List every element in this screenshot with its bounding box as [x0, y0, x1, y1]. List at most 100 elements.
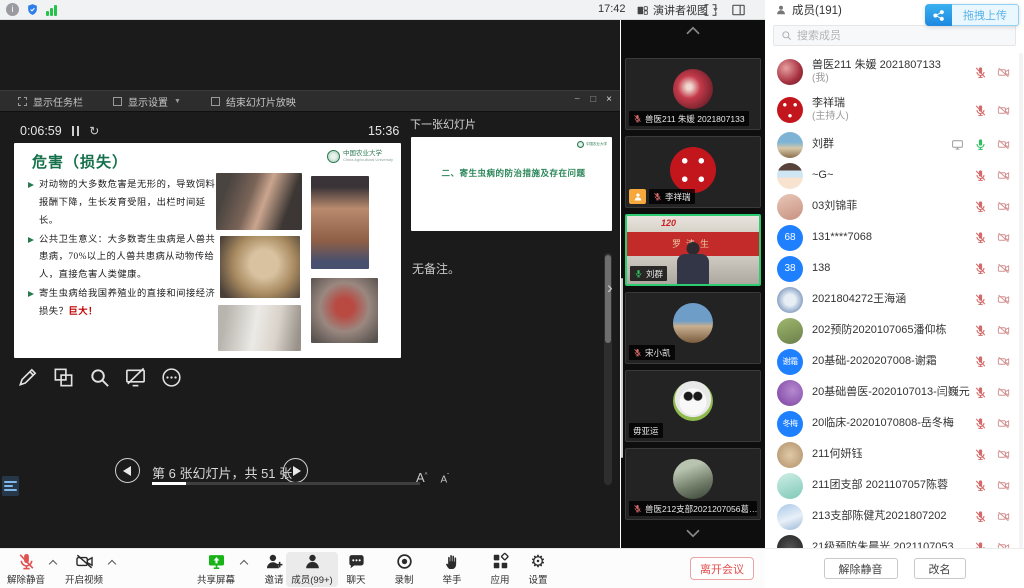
mic-muted-icon[interactable]	[974, 479, 987, 492]
member-row[interactable]: 211何妍钰	[765, 439, 1024, 470]
video-tile-active-speaker[interactable]: 120 罗清生 刘群	[625, 214, 761, 286]
scroll-down-chevron-icon[interactable]	[684, 528, 702, 540]
member-row[interactable]: 李祥瑞(主持人)	[765, 91, 1024, 129]
camera-off-icon[interactable]	[997, 262, 1010, 275]
camera-off-icon[interactable]	[997, 138, 1010, 151]
previous-slide-button[interactable]	[115, 458, 140, 483]
member-row[interactable]: 谢霜 20基础-2020207008-谢霜	[765, 346, 1024, 377]
video-options-chevron[interactable]	[108, 559, 116, 567]
member-row[interactable]: 冬梅 20临床-20201070808-岳冬梅	[765, 408, 1024, 439]
member-row[interactable]: 68 131****7068	[765, 222, 1024, 253]
increase-font-button[interactable]: A^	[416, 470, 428, 485]
fullscreen-icon[interactable]	[702, 2, 719, 18]
mic-options-chevron[interactable]	[49, 559, 57, 567]
video-tile[interactable]: 李祥瑞	[625, 136, 761, 208]
next-slide-button[interactable]	[283, 458, 308, 483]
mic-muted-icon[interactable]	[974, 66, 987, 79]
zoom-slide-icon[interactable]	[88, 366, 111, 389]
network-signal-icon[interactable]	[46, 4, 57, 16]
video-tile[interactable]: 兽医212支部2021207056葛…	[625, 448, 761, 520]
camera-off-icon[interactable]	[997, 448, 1010, 461]
expand-panel-chevron-icon[interactable]: ›	[607, 278, 613, 298]
restart-timer-icon[interactable]: ↻	[89, 124, 99, 138]
pause-timer-icon[interactable]	[72, 126, 80, 136]
member-search-box[interactable]	[773, 25, 1016, 46]
member-row[interactable]: 211团支部 2021107057陈蓉	[765, 470, 1024, 501]
mic-muted-icon[interactable]	[974, 355, 987, 368]
drag-upload-badge[interactable]: 拖拽上传	[925, 4, 1019, 26]
mic-muted-icon[interactable]	[974, 386, 987, 399]
camera-off-icon[interactable]	[997, 479, 1010, 492]
member-list-scrollbar[interactable]	[1019, 53, 1023, 548]
see-all-slides-icon[interactable]	[52, 366, 75, 389]
mic-muted-icon[interactable]	[974, 324, 987, 337]
camera-off-icon[interactable]	[997, 541, 1010, 548]
member-row[interactable]: 202预防2020107065潘仰栋	[765, 315, 1024, 346]
camera-off-icon[interactable]	[997, 66, 1010, 79]
mic-muted-icon[interactable]	[974, 262, 987, 275]
mic-muted-icon[interactable]	[974, 510, 987, 523]
scrollbar-thumb[interactable]	[605, 255, 611, 343]
taskbar-list-icon[interactable]	[2, 476, 19, 496]
mic-muted-icon[interactable]	[974, 448, 987, 461]
mic-muted-icon[interactable]	[974, 231, 987, 244]
share-options-chevron[interactable]	[240, 559, 248, 567]
chat-button[interactable]: 聊天	[330, 552, 382, 586]
info-icon[interactable]: i	[6, 3, 19, 16]
display-settings-button[interactable]: 显示设置▼	[113, 94, 181, 109]
close-icon[interactable]: ×	[606, 94, 612, 105]
member-row[interactable]: 21级预防朱晨光 2021107053	[765, 532, 1024, 548]
member-row[interactable]: 213支部陈健芃2021807202	[765, 501, 1024, 532]
mic-muted-icon[interactable]	[974, 541, 987, 548]
end-slideshow-button[interactable]: 结束幻灯片放映	[211, 94, 296, 109]
current-slide[interactable]: 危害（损失） 中国农业大学China Agricultural Universi…	[14, 143, 401, 358]
scroll-up-chevron-icon[interactable]	[684, 24, 702, 36]
member-row[interactable]: 兽医211 朱媛 2021807133(我)	[765, 53, 1024, 91]
layout-icon[interactable]	[730, 2, 747, 18]
member-row[interactable]: 38 138	[765, 253, 1024, 284]
security-shield-icon[interactable]	[26, 3, 39, 16]
share-screen-button[interactable]: 共享屏幕	[190, 552, 242, 586]
camera-off-icon[interactable]	[997, 417, 1010, 430]
show-taskbar-button[interactable]: 显示任务栏	[18, 94, 83, 109]
decrease-font-button[interactable]: Aˇ	[441, 474, 450, 485]
camera-off-icon[interactable]	[997, 510, 1010, 523]
mic-on-icon[interactable]	[974, 138, 987, 151]
member-row[interactable]: 刘群	[765, 129, 1024, 160]
rename-button[interactable]: 改名	[914, 558, 966, 579]
search-input[interactable]	[797, 30, 1008, 42]
more-options-icon[interactable]	[160, 366, 183, 389]
member-row[interactable]: 03刘锦菲	[765, 191, 1024, 222]
restore-icon[interactable]: □	[590, 94, 596, 105]
black-screen-icon[interactable]	[124, 366, 147, 389]
mic-muted-icon[interactable]	[974, 104, 987, 117]
unmute-toolbar-button[interactable]: 解除静音	[0, 552, 52, 586]
mic-muted-icon[interactable]	[974, 169, 987, 182]
camera-off-icon[interactable]	[997, 104, 1010, 117]
next-slide-preview[interactable]: 中国农业大学 二、寄生虫病的防治措施及存在问题	[411, 137, 612, 231]
camera-off-icon[interactable]	[997, 293, 1010, 306]
camera-off-icon[interactable]	[997, 169, 1010, 182]
record-button[interactable]: 录制	[378, 552, 430, 586]
settings-button[interactable]: ⚙ 设置	[512, 552, 564, 586]
video-tile[interactable]: 毋亚运	[625, 370, 761, 442]
minimize-icon[interactable]: −	[574, 94, 580, 105]
camera-off-icon[interactable]	[997, 231, 1010, 244]
mic-muted-icon[interactable]	[974, 200, 987, 213]
camera-off-icon[interactable]	[997, 355, 1010, 368]
unmute-button[interactable]: 解除静音	[824, 558, 898, 579]
pen-tool-icon[interactable]	[16, 366, 39, 389]
video-strip-scrollbar[interactable]	[621, 278, 623, 458]
camera-off-icon[interactable]	[997, 200, 1010, 213]
camera-off-icon[interactable]	[997, 324, 1010, 337]
mic-muted-icon[interactable]	[974, 293, 987, 306]
start-video-button[interactable]: 开启视频	[58, 552, 110, 586]
raise-hand-button[interactable]: 举手	[426, 552, 478, 586]
member-row[interactable]: ~G~	[765, 160, 1024, 191]
member-row[interactable]: 20基础兽医-2020107013-闫巍元	[765, 377, 1024, 408]
leave-meeting-button[interactable]: 离开会议	[690, 557, 754, 580]
video-tile[interactable]: 兽医211 朱媛 2021807133	[625, 58, 761, 130]
member-row[interactable]: 2021804272王海涵	[765, 284, 1024, 315]
camera-off-icon[interactable]	[997, 386, 1010, 399]
video-tile[interactable]: 宋小凯	[625, 292, 761, 364]
